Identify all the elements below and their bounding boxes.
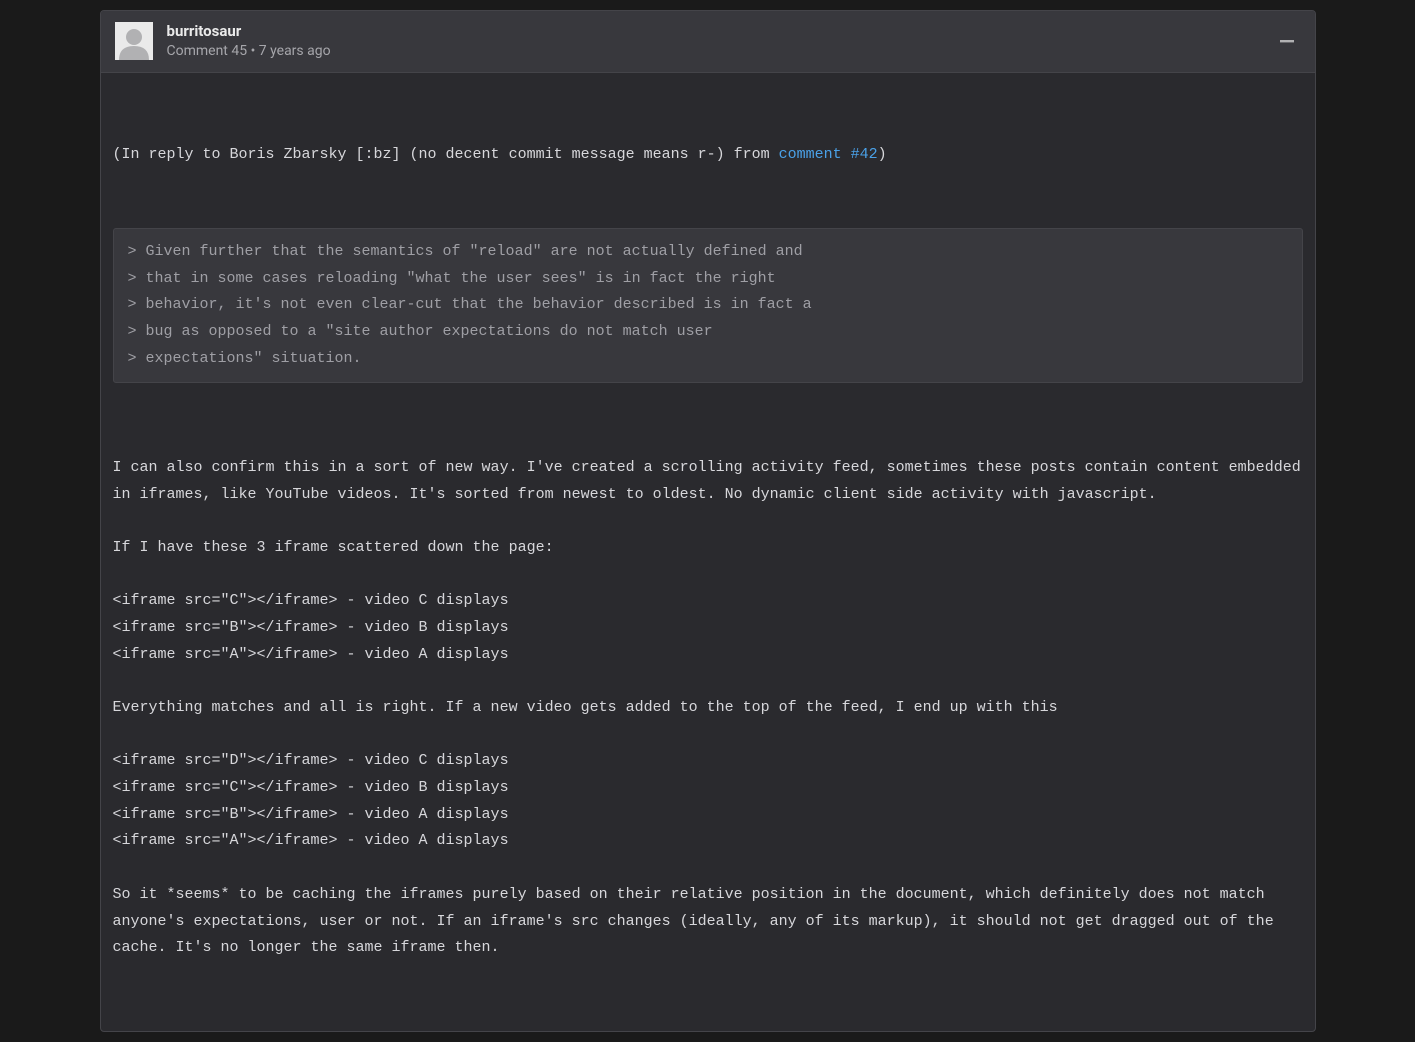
reply-prefix: (In reply to Boris Zbarsky [:bz] (no dec… (113, 146, 779, 163)
user-icon (115, 26, 153, 60)
avatar[interactable] (115, 22, 153, 60)
comment-body: (In reply to Boris Zbarsky [:bz] (no dec… (101, 73, 1315, 1032)
comment-text: I can also confirm this in a sort of new… (113, 455, 1303, 962)
reply-intro: (In reply to Boris Zbarsky [:bz] (no dec… (113, 142, 1303, 169)
author-block: burritosaur Comment 45 • 7 years ago (167, 21, 1273, 62)
collapse-button[interactable] (1273, 29, 1301, 53)
reply-link[interactable]: comment #42 (779, 146, 878, 163)
minus-icon (1279, 33, 1295, 49)
comment-header: burritosaur Comment 45 • 7 years ago (101, 11, 1315, 73)
quote-block: > Given further that the semantics of "r… (113, 228, 1303, 383)
comment-card: burritosaur Comment 45 • 7 years ago (In… (100, 10, 1316, 1032)
author-name[interactable]: burritosaur (167, 21, 1273, 42)
comment-meta[interactable]: Comment 45 • 7 years ago (167, 42, 1273, 62)
reply-suffix: ) (878, 146, 887, 163)
